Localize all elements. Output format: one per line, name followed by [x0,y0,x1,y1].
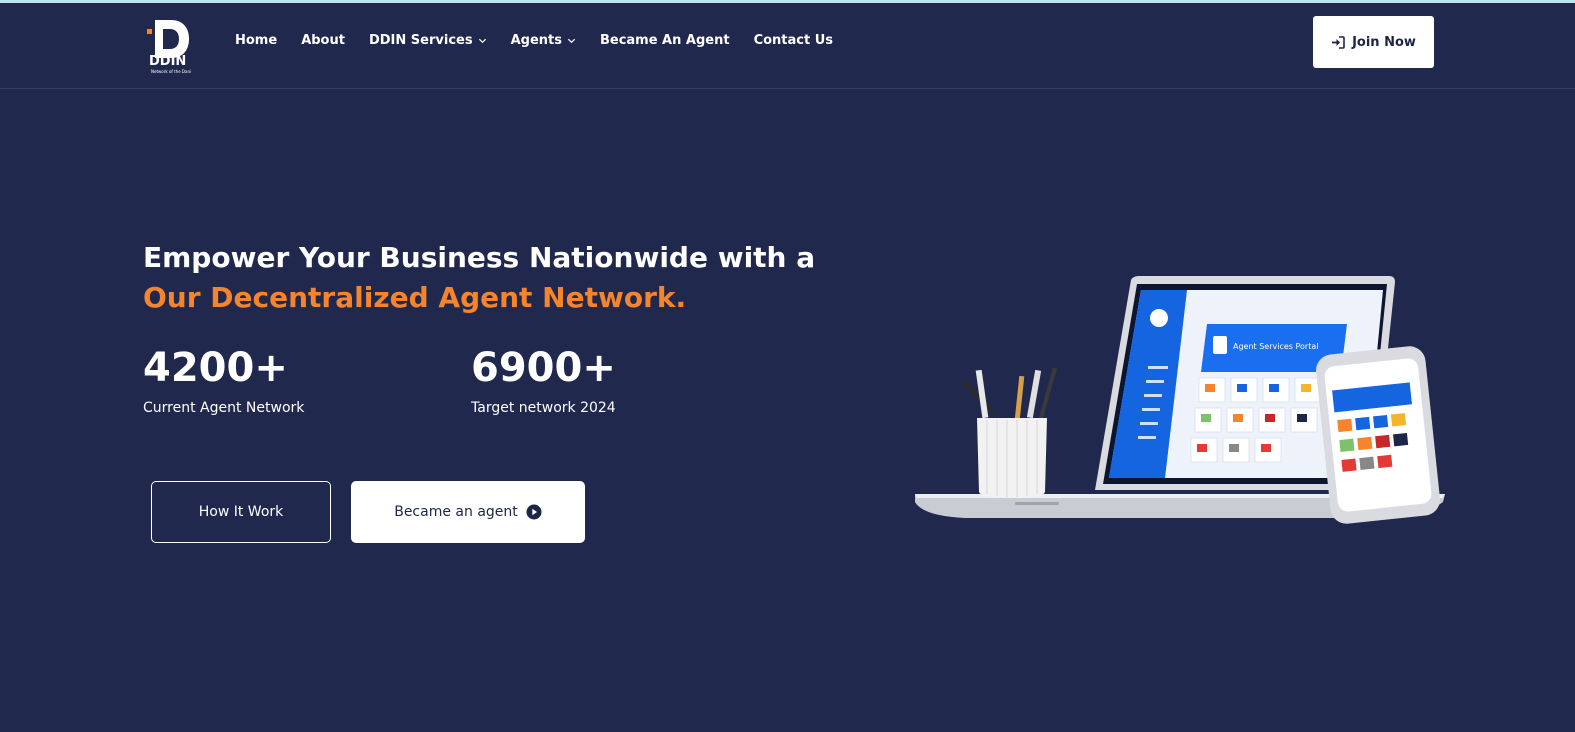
stat-label: Target network 2024 [471,400,616,416]
nav-about[interactable]: About [301,33,345,48]
nav-contact-us-label: Contact Us [753,33,834,48]
logo[interactable]: DDIN Network of the Dani [143,20,193,76]
nav-contact-us[interactable]: Contact Us [754,33,833,48]
how-it-work-button[interactable]: How It Work [151,481,331,543]
nav-home-label: Home [235,33,278,48]
became-an-agent-button[interactable]: Became an agent [351,481,585,543]
logo-tagline: Network of the Dani [151,69,192,74]
stat-target-network: 6900+ Target network 2024 [471,344,616,416]
how-it-work-label: How It Work [198,504,284,520]
nav-became-an-agent-label: Became An Agent [599,33,730,48]
nav-home[interactable]: Home [235,33,277,48]
stat-value: 4200+ [143,345,288,391]
nav-became-an-agent[interactable]: Became An Agent [600,33,730,48]
nav-about-label: About [301,33,345,48]
sign-in-icon [1332,35,1345,49]
nav-agents-label: Agents [510,33,562,48]
hero-title-line1: Empower Your Business Nationwide with a [143,241,816,274]
join-now-label: Join Now [1352,34,1416,50]
nav-agents[interactable]: Agents [511,33,576,48]
became-an-agent-label: Became an agent [394,504,518,520]
navbar: DDIN Network of the Dani Home About DDIN… [0,3,1575,89]
hero-title-line2: Our Decentralized Agent Network. [143,281,687,314]
devices-illustration: Agent Services Portal [915,276,1445,524]
chevron-down-icon [567,38,576,44]
chevron-down-icon [478,38,486,44]
ddin-logo-icon [147,20,189,58]
play-circle-icon [526,504,542,520]
portal-title: Agent Services Portal [1233,342,1318,351]
nav-ddin-services[interactable]: DDIN Services [369,33,487,48]
main-nav: Home About DDIN Services Agents Became A… [235,33,857,48]
stat-current-agents: 4200+ Current Agent Network [143,344,304,416]
nav-ddin-services-label: DDIN Services [368,33,473,48]
stat-value: 6900+ [471,345,616,391]
logo-text: DDIN [149,54,187,69]
join-now-button[interactable]: Join Now [1313,16,1434,68]
stat-label: Current Agent Network [143,400,305,416]
hero-title: Empower Your Business Nationwide with a … [143,238,815,318]
